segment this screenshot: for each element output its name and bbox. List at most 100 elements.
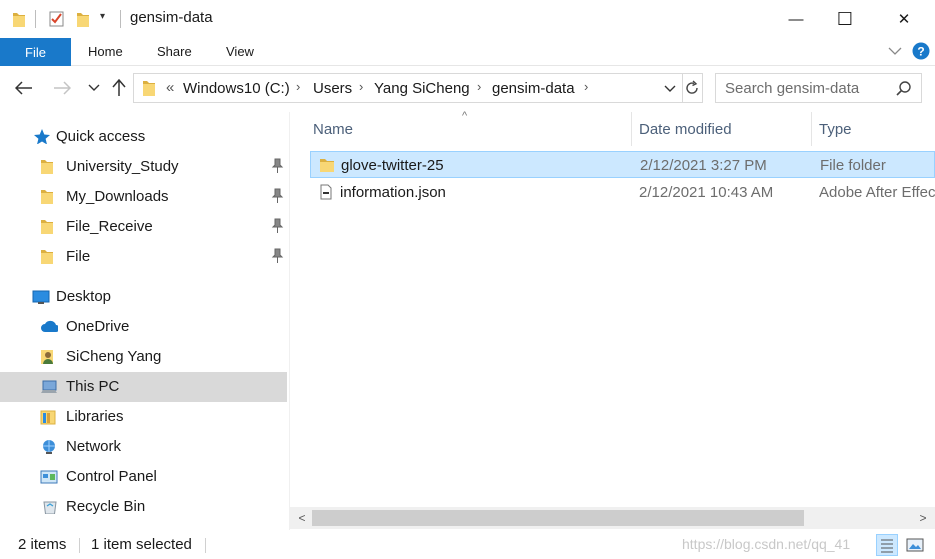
new-folder-icon[interactable]	[76, 10, 90, 28]
breadcrumb-separator-icon[interactable]: ›	[296, 79, 300, 94]
column-separator[interactable]	[811, 112, 812, 146]
nav-label: File	[66, 248, 91, 265]
nav-item-recycle-bin[interactable]: Recycle Bin	[0, 492, 287, 522]
nav-item-onedrive[interactable]: OneDrive	[0, 312, 287, 342]
refresh-icon[interactable]	[684, 80, 700, 96]
file-name: glove-twitter-25	[341, 157, 444, 174]
nav-label: Control Panel	[66, 468, 157, 485]
user-folder-icon	[41, 350, 53, 364]
cloud-icon	[41, 320, 58, 332]
file-date: 2/12/2021 3:27 PM	[640, 157, 767, 174]
column-header-date[interactable]: Date modified	[639, 112, 811, 146]
forward-arrow-icon	[54, 81, 71, 95]
column-name-label: Name	[313, 120, 354, 138]
column-header-name[interactable]: Name	[313, 112, 631, 146]
breadcrumb-current[interactable]: gensim-data	[492, 80, 575, 97]
details-view-icon	[881, 539, 893, 553]
folder-icon	[143, 81, 155, 96]
separator	[682, 74, 683, 102]
large-icons-view-button[interactable]	[904, 534, 926, 556]
folder-icon	[13, 13, 25, 27]
nav-item-this-pc[interactable]: This PC	[0, 372, 287, 402]
properties-icon[interactable]	[48, 10, 66, 28]
nav-item-file[interactable]: File	[0, 242, 287, 272]
nav-label: Quick access	[56, 128, 146, 145]
nav-item-control-panel[interactable]: Control Panel	[0, 462, 287, 492]
navigation-pane: Quick access University_Study My_Downloa…	[0, 112, 290, 530]
nav-label: Recycle Bin	[66, 498, 146, 515]
recycle-bin-icon	[43, 501, 57, 514]
up-arrow-icon	[112, 79, 126, 96]
nav-item-user[interactable]: SiCheng Yang	[0, 342, 287, 372]
computer-icon	[41, 380, 57, 393]
scroll-thumb[interactable]	[312, 510, 804, 526]
tab-share[interactable]: Share	[157, 44, 192, 59]
forward-button[interactable]	[50, 76, 74, 100]
breadcrumb-users[interactable]: Users	[313, 80, 352, 97]
customize-toolbar-chevron-icon[interactable]: ▾	[100, 11, 105, 22]
breadcrumb-overflow[interactable]: «	[166, 79, 174, 96]
pin-icon[interactable]	[270, 188, 284, 204]
column-header-type[interactable]: Type	[819, 112, 935, 146]
nav-item-network[interactable]: Network	[0, 432, 287, 462]
table-row[interactable]: glove-twitter-25 2/12/2021 3:27 PM File …	[310, 151, 935, 178]
column-separator[interactable]	[631, 112, 632, 146]
nav-label: Libraries	[66, 408, 124, 425]
recent-locations-button[interactable]	[82, 76, 106, 100]
folder-icon	[41, 220, 53, 234]
nav-label: Network	[66, 438, 122, 455]
nav-quick-access[interactable]: Quick access	[0, 122, 287, 152]
watermark: https://blog.csdn.net/qq_41	[682, 536, 851, 552]
table-row[interactable]: information.json 2/12/2021 10:43 AM Adob…	[310, 179, 935, 206]
folder-icon	[320, 159, 334, 172]
file-type: Adobe After Effec	[819, 184, 935, 201]
expand-ribbon-chevron-icon[interactable]	[888, 46, 902, 56]
breadcrumb-separator-icon[interactable]: ›	[584, 79, 588, 94]
nav-item-university-study[interactable]: University_Study	[0, 152, 287, 182]
tab-view[interactable]: View	[226, 44, 254, 59]
separator	[120, 10, 121, 28]
control-panel-icon	[40, 470, 58, 484]
nav-item-my-downloads[interactable]: My_Downloads	[0, 182, 287, 212]
tab-file[interactable]: File	[0, 38, 71, 66]
pin-icon[interactable]	[270, 218, 284, 234]
file-date: 2/12/2021 10:43 AM	[639, 184, 774, 201]
back-button[interactable]	[12, 76, 36, 100]
search-input[interactable]: Search gensim-data	[715, 73, 922, 103]
folder-icon	[41, 190, 53, 204]
window-title: gensim-data	[130, 9, 213, 26]
breadcrumb-user[interactable]: Yang SiCheng	[374, 80, 470, 97]
nav-label: My_Downloads	[66, 188, 169, 205]
address-history-chevron-icon[interactable]	[664, 85, 676, 93]
separator	[79, 538, 80, 553]
status-bar: 2 items 1 item selected https://blog.csd…	[0, 530, 935, 559]
nav-item-file-receive[interactable]: File_Receive	[0, 212, 287, 242]
address-bar[interactable]: « Windows10 (C:) › Users › Yang SiCheng …	[133, 73, 703, 103]
column-date-label: Date modified	[639, 120, 732, 138]
tab-home[interactable]: Home	[88, 44, 123, 59]
scroll-left-icon[interactable]: <	[292, 510, 312, 526]
scroll-right-icon[interactable]: >	[913, 510, 933, 526]
file-name: information.json	[340, 184, 446, 201]
separator	[205, 538, 206, 553]
help-icon[interactable]: ?	[912, 42, 930, 60]
ribbon-tabs: File Home Share View ?	[0, 38, 935, 66]
maximize-button[interactable]: ☐	[819, 0, 871, 38]
search-icon[interactable]	[896, 81, 912, 97]
nav-item-desktop[interactable]: Desktop	[0, 282, 287, 312]
breadcrumb-separator-icon[interactable]: ›	[359, 79, 363, 94]
folder-icon	[41, 250, 53, 264]
pin-icon[interactable]	[270, 158, 284, 174]
nav-item-libraries[interactable]: Libraries	[0, 402, 287, 432]
pin-icon[interactable]	[270, 248, 284, 264]
breadcrumb-separator-icon[interactable]: ›	[477, 79, 481, 94]
nav-label: Desktop	[56, 288, 112, 305]
close-button[interactable]: ✕	[878, 0, 930, 38]
navigation-bar: « Windows10 (C:) › Users › Yang SiCheng …	[0, 70, 935, 106]
up-button[interactable]	[107, 76, 131, 100]
details-view-button[interactable]	[876, 534, 898, 556]
chevron-down-icon	[88, 84, 100, 91]
breadcrumb-drive[interactable]: Windows10 (C:)	[183, 80, 290, 97]
minimize-button[interactable]: —	[770, 0, 822, 38]
horizontal-scrollbar[interactable]: < >	[290, 507, 935, 529]
